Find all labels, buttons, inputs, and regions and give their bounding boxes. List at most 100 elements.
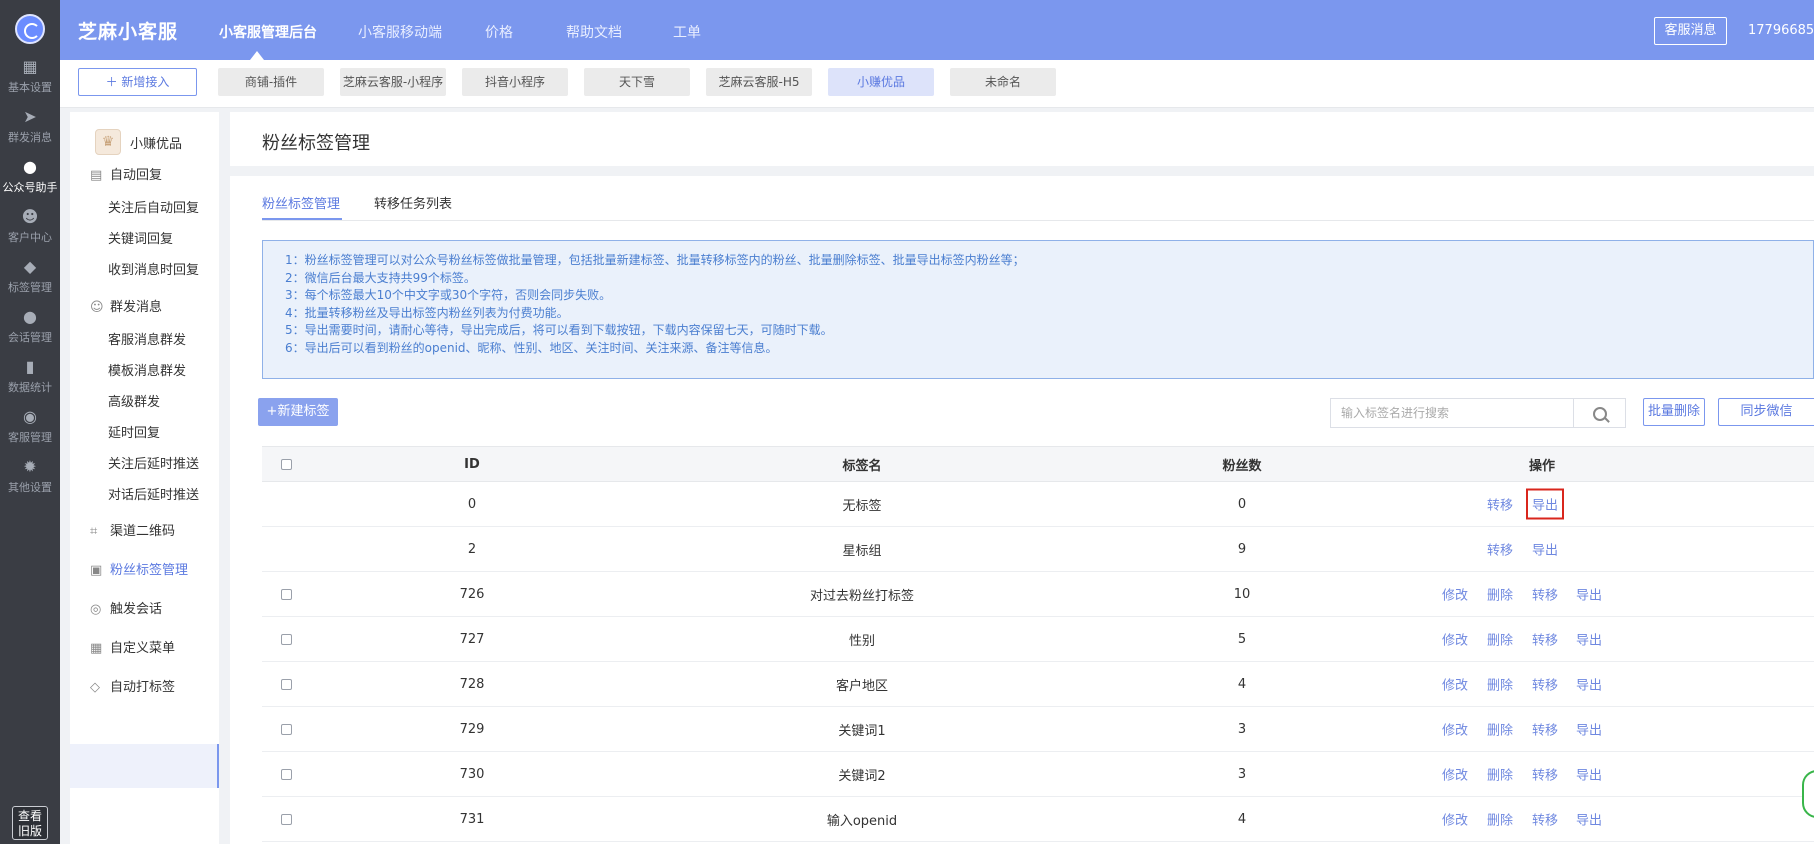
sidebar-sub-item[interactable]: 客服消息群发 <box>108 329 186 348</box>
account-tab-unnamed[interactable]: 未命名 <box>950 68 1056 96</box>
app-logo-icon[interactable] <box>15 14 45 44</box>
new-access-button[interactable]: ＋ 新增接入 <box>78 68 197 96</box>
op-delete-link[interactable]: 删除 <box>1487 810 1513 829</box>
sync-wechat-button[interactable]: 同步微信 <box>1718 398 1814 426</box>
op-transfer-link[interactable]: 转移 <box>1532 765 1558 784</box>
row-checkbox[interactable] <box>280 633 292 645</box>
op-export-link[interactable]: 导出 <box>1576 810 1602 829</box>
op-transfer-link[interactable]: 转移 <box>1532 675 1558 694</box>
rail-item-0[interactable]: ▦ 基本设置 <box>0 58 60 114</box>
tab-fans-tag[interactable]: 粉丝标签管理 <box>262 193 340 212</box>
op-edit-link[interactable]: 修改 <box>1442 630 1468 649</box>
op-delete-link[interactable]: 删除 <box>1487 675 1513 694</box>
nav-admin[interactable]: 小客服管理后台 <box>219 22 317 42</box>
op-edit-link[interactable]: 修改 <box>1442 585 1468 604</box>
op-delete-link[interactable]: 删除 <box>1487 765 1513 784</box>
nav-ticket[interactable]: 工单 <box>673 22 701 42</box>
op-export-link[interactable]: 导出 <box>1576 720 1602 739</box>
op-transfer-link[interactable]: 转移 <box>1487 495 1513 514</box>
op-transfer-link[interactable]: 转移 <box>1532 720 1558 739</box>
op-transfer-link[interactable]: 转移 <box>1532 585 1558 604</box>
account-tab-h5[interactable]: 芝麻云客服-H5 <box>706 68 812 96</box>
table-row: 726 对过去粉丝打标签 10 修改 删除 转移 导出 <box>262 572 1814 617</box>
tag-search-input[interactable] <box>1331 399 1575 427</box>
row-checkbox[interactable] <box>280 813 292 825</box>
sidebar-group-5[interactable]: ▦ 自定义菜单 <box>90 637 175 656</box>
robot-icon: ◉ <box>23 407 37 426</box>
sidebar-group-1[interactable]: ☺ 群发消息 <box>90 296 162 315</box>
notice-line: 4：批量转移粉丝及导出标签内粉丝列表为付费功能。 <box>285 305 569 320</box>
row-checkbox[interactable] <box>280 588 292 600</box>
sidebar-sub-item[interactable]: 延时回复 <box>108 422 160 441</box>
sidebar-sub-item[interactable]: 模板消息群发 <box>108 360 186 379</box>
op-delete-link[interactable]: 删除 <box>1487 585 1513 604</box>
op-transfer-link[interactable]: 转移 <box>1532 810 1558 829</box>
op-transfer-link[interactable]: 转移 <box>1532 630 1558 649</box>
sidebar-sub-item[interactable]: 关注后自动回复 <box>108 197 199 216</box>
op-edit-link[interactable]: 修改 <box>1442 675 1468 694</box>
tab-active-underline <box>262 218 342 220</box>
nav-mobile[interactable]: 小客服移动端 <box>358 22 442 42</box>
account-tab-xiaozhuan[interactable]: 小赚优品 <box>828 68 934 96</box>
nav-help[interactable]: 帮助文档 <box>566 22 622 42</box>
row-checkbox[interactable] <box>280 768 292 780</box>
new-tag-button[interactable]: +新建标签 <box>258 398 338 426</box>
select-all-checkbox[interactable] <box>280 458 292 470</box>
op-export-link[interactable]: 导出 <box>1525 488 1565 520</box>
rail-item-5[interactable]: ● 会话管理 <box>0 308 60 364</box>
account-phone[interactable]: 177966856 <box>1748 23 1814 38</box>
rail-item-7[interactable]: ◉ 客服管理 <box>0 408 60 464</box>
rail-item-8[interactable]: ✹ 其他设置 <box>0 458 60 514</box>
shop-header: ♛ 小赚优品 <box>70 112 219 168</box>
search-icon[interactable] <box>1574 398 1626 428</box>
cell-name: 星标组 <box>842 543 882 559</box>
op-transfer-link[interactable]: 转移 <box>1487 540 1513 559</box>
sidebar-group-6[interactable]: ◇ 自动打标签 <box>90 676 175 695</box>
op-export-link[interactable]: 导出 <box>1532 540 1558 559</box>
op-export-link[interactable]: 导出 <box>1576 630 1602 649</box>
rail-item-2[interactable]: ● 公众号助手 <box>0 158 60 214</box>
sidebar-sub-item[interactable]: 高级群发 <box>108 391 160 410</box>
sidebar-sub-item[interactable]: 关注后延时推送 <box>108 453 199 472</box>
sidebar-group-2[interactable]: ⌗ 渠道二维码 <box>90 520 175 539</box>
rail-item-1[interactable]: ➤ 群发消息 <box>0 108 60 164</box>
nav-price[interactable]: 价格 <box>485 22 513 42</box>
brand-name[interactable]: 芝麻小客服 <box>78 17 178 44</box>
qrcode-icon: ⌗ <box>90 524 98 539</box>
table-row: 0 无标签 0 转移 导出 <box>262 482 1814 527</box>
rail-item-6[interactable]: ▮ 数据统计 <box>0 358 60 414</box>
tags-table: ID 标签名 粉丝数 操作 0 无标签 0 转移 导出 2 星标组 9 转移 导出 726 对过去粉丝… <box>262 446 1814 842</box>
tab-transfer-tasks[interactable]: 转移任务列表 <box>374 193 452 212</box>
op-edit-link[interactable]: 修改 <box>1442 810 1468 829</box>
sidebar-sub-item[interactable]: 关键词回复 <box>108 228 173 247</box>
op-export-link[interactable]: 导出 <box>1576 585 1602 604</box>
op-export-link[interactable]: 导出 <box>1576 765 1602 784</box>
account-tab-shop-plugin[interactable]: 商铺-插件 <box>218 68 324 96</box>
sidebar-group-label: 触发会话 <box>110 602 163 617</box>
op-delete-link[interactable]: 删除 <box>1487 630 1513 649</box>
op-export-link[interactable]: 导出 <box>1576 675 1602 694</box>
title-card: 粉丝标签管理 <box>230 112 1814 166</box>
sidebar-group-0[interactable]: ▤ 自动回复 <box>90 164 162 183</box>
op-edit-link[interactable]: 修改 <box>1442 720 1468 739</box>
op-edit-link[interactable]: 修改 <box>1442 765 1468 784</box>
old-version-button[interactable]: 查看 旧版 <box>12 806 48 840</box>
rail-item-3[interactable]: ☻ 客户中心 <box>0 208 60 264</box>
batch-delete-button[interactable]: 批量删除 <box>1643 398 1705 426</box>
account-tab-tianxiaxue[interactable]: 天下雪 <box>584 68 690 96</box>
row-checkbox[interactable] <box>280 723 292 735</box>
sidebar-sub-item[interactable]: 收到消息时回复 <box>108 259 199 278</box>
customer-message-button[interactable]: 客服消息 <box>1654 17 1727 45</box>
account-tab-douyin[interactable]: 抖音小程序 <box>462 68 568 96</box>
cell-ops: 转移 导出 <box>1382 527 1702 571</box>
sidebar-group-3[interactable]: ▣ 粉丝标签管理 <box>90 559 188 578</box>
account-tab-miniprogram[interactable]: 芝麻云客服-小程序 <box>340 68 446 96</box>
sidebar-sub-item[interactable]: 对话后延时推送 <box>108 484 199 503</box>
op-delete-link[interactable]: 删除 <box>1487 720 1513 739</box>
row-checkbox[interactable] <box>280 678 292 690</box>
rail-item-4[interactable]: ◆ 标签管理 <box>0 258 60 314</box>
sidebar-group-4[interactable]: ◎ 触发会话 <box>90 598 162 617</box>
floating-help-icon[interactable] <box>1802 770 1814 818</box>
old-version-line1: 查看 <box>17 809 42 823</box>
checkbox-cell <box>262 752 310 796</box>
